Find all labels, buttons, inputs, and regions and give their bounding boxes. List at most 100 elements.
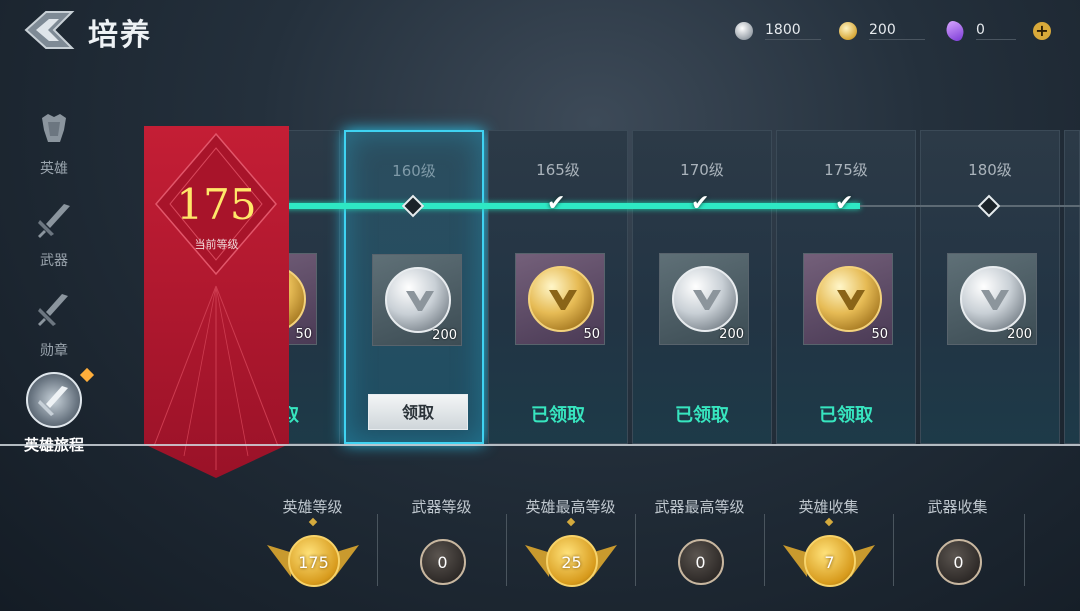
emblem-icon: [981, 290, 1009, 310]
add-currency-button[interactable]: +: [1033, 22, 1051, 40]
silver-coin-icon: [960, 266, 1026, 332]
progress-fill: [200, 203, 860, 209]
reward-track: 50 取 160级 200 领取 165级 50 已领取 170级 200 已领…: [200, 130, 1080, 446]
currency-value: 200: [869, 22, 925, 40]
sidebar-item-weapon[interactable]: 武器: [0, 200, 108, 270]
stat-value: 7: [803, 535, 856, 587]
stat-hero-max-level[interactable]: 英雄最高等级 25: [506, 490, 635, 591]
stat-label: 英雄等级: [282, 498, 343, 516]
stat-label: 武器收集: [927, 498, 988, 516]
winged-medal-icon: 25: [521, 531, 621, 591]
reward-item: 50: [515, 253, 605, 345]
journey-icon: [26, 367, 95, 428]
reward-quantity: 200: [432, 328, 457, 343]
page-title: 培养: [88, 18, 152, 53]
current-level-label: 当前等级: [194, 238, 239, 251]
currency-value: 1800: [765, 22, 821, 40]
stat-value: 25: [545, 535, 598, 587]
silver-coin-icon: [385, 267, 451, 333]
reward-card-current[interactable]: 160级 200 领取: [344, 130, 484, 444]
reward-level: 180级: [968, 161, 1012, 179]
current-level-value: 175: [176, 180, 257, 229]
sidebar-item-label: 英雄: [40, 161, 68, 177]
emblem-icon: [693, 290, 721, 310]
silver-coin-icon: [672, 266, 738, 332]
sidebar-item-hero-journey[interactable]: 英雄旅程: [0, 367, 108, 455]
claimed-label: 已领取: [531, 405, 585, 426]
back-button[interactable]: [22, 8, 76, 52]
reward-quantity: 50: [583, 327, 600, 342]
purple-gem-icon: [943, 19, 967, 43]
claim-button[interactable]: 领取: [368, 394, 468, 430]
check-icon: ✔: [835, 191, 854, 216]
divider: [0, 444, 1080, 446]
gold-coin-icon: [839, 22, 857, 40]
reward-item: 200: [372, 254, 462, 346]
winged-medal-icon: 7: [779, 531, 879, 591]
notification-dot: [79, 367, 95, 383]
reward-level: 175级: [824, 161, 868, 179]
winged-medal-icon: 175: [263, 531, 363, 591]
claimed-label: 已领取: [819, 405, 873, 426]
currency-gold: 200: [839, 20, 925, 42]
check-icon: ✔: [547, 191, 566, 216]
currency-value: 0: [976, 22, 1016, 40]
stat-value: 0: [935, 539, 982, 585]
stat-label: 英雄收集: [798, 498, 859, 516]
reward-item: 200: [659, 253, 749, 345]
sidebar-item-label: 武器: [40, 253, 68, 269]
sword-icon: [38, 204, 70, 238]
reward-card[interactable]: 170级 200 已领取: [632, 130, 772, 444]
reward-card[interactable]: 175级 50 已领取: [776, 130, 916, 444]
stat-indicator: [308, 517, 317, 527]
reward-quantity: 50: [295, 327, 312, 342]
reward-card[interactable]: [1064, 130, 1080, 444]
check-icon: ✔: [691, 191, 710, 216]
reward-level: 160级: [392, 162, 436, 180]
emblem-icon: [549, 290, 577, 310]
emblem-icon: [837, 290, 865, 310]
stat-value: 0: [677, 539, 724, 585]
silver-coin-icon: [735, 22, 753, 40]
plain-medal-icon: 0: [392, 531, 492, 591]
stat-indicator: [824, 517, 833, 527]
plain-medal-icon: 0: [650, 531, 750, 591]
armor-icon: [42, 114, 66, 142]
reward-item: 200: [947, 253, 1037, 345]
reward-item: 50: [803, 253, 893, 345]
reward-level: 165级: [536, 161, 580, 179]
progress-remaining: [860, 205, 1080, 207]
stat-hero-collection[interactable]: 英雄收集 7: [764, 490, 893, 591]
stat-weapon-level[interactable]: 武器等级 0: [377, 490, 506, 591]
stats-bar: 英雄等级 175 武器等级 0 英雄最高等级 25 武器最高等级 0 英雄收集 …: [248, 490, 1080, 611]
stat-label: 武器最高等级: [654, 498, 745, 516]
banner-background: [144, 126, 289, 478]
claimed-label: 已领取: [675, 405, 729, 426]
reward-card[interactable]: 180级 200: [920, 130, 1060, 444]
header: 培养 1800 200 0 +: [0, 0, 1080, 64]
reward-level: 170级: [680, 161, 724, 179]
stat-label: 武器等级: [411, 498, 472, 516]
gold-coin-icon: [528, 266, 594, 332]
stat-value: 175: [287, 535, 340, 587]
progress-track: ✔ ✔ ✔: [200, 191, 1080, 218]
stat-label: 英雄最高等级: [525, 498, 616, 516]
gold-coin-icon: [816, 266, 882, 332]
plain-medal-icon: 0: [908, 531, 1008, 591]
stat-weapon-collection[interactable]: 武器收集 0: [893, 490, 1022, 591]
sidebar-item-medal[interactable]: 勋章: [0, 290, 108, 360]
back-arrow-icon: [24, 11, 75, 49]
stat-indicator: [566, 517, 575, 527]
reward-quantity: 200: [1007, 327, 1032, 342]
currency-gem: 0: [943, 19, 1016, 43]
sidebar-item-label: 勋章: [40, 343, 68, 359]
current-level-banner: 175 当前等级: [144, 126, 289, 478]
currency-silver: 1800: [735, 20, 821, 42]
stat-hero-level[interactable]: 英雄等级 175: [248, 490, 377, 591]
stat-weapon-max-level[interactable]: 武器最高等级 0: [635, 490, 764, 591]
stat-divider: [1024, 514, 1025, 586]
emblem-icon: [406, 291, 434, 311]
sidebar-item-hero[interactable]: 英雄: [0, 108, 108, 178]
reward-quantity: 50: [871, 327, 888, 342]
reward-card[interactable]: 165级 50 已领取: [488, 130, 628, 444]
